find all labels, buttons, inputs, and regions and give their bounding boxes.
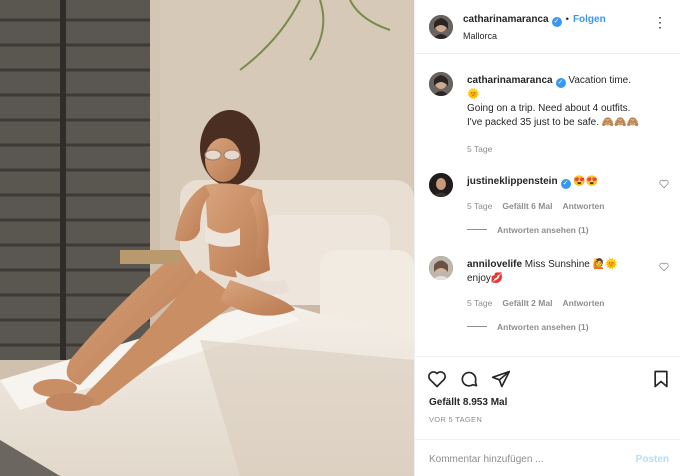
comment-item: annilovelife Miss Sunshine 🙋🌞 enjoy💋 5 T… bbox=[429, 256, 669, 346]
view-replies-button[interactable]: Antworten ansehen (1) bbox=[497, 322, 589, 332]
verified-badge-icon: ✓ bbox=[555, 78, 566, 88]
commenter-username[interactable]: annilovelife bbox=[467, 259, 522, 270]
sun-emoji-icon: 🌞 bbox=[467, 89, 480, 100]
comment-bubble-icon[interactable] bbox=[459, 369, 479, 389]
caption-text-line3: I've packed 35 just to be safe. 🙈🙈🙈 bbox=[467, 117, 640, 128]
verified-badge-icon: ✓ bbox=[560, 179, 571, 189]
caption-time[interactable]: 5 Tage bbox=[467, 144, 492, 154]
comment-item: justineklippenstein ✓ 😍😍 5 Tage Gefällt 6 … bbox=[429, 173, 669, 243]
comment-likes[interactable]: Gefällt 6 Mal bbox=[502, 201, 552, 211]
share-send-icon[interactable] bbox=[491, 369, 511, 389]
author-username[interactable]: catharinamaranca bbox=[463, 14, 549, 25]
like-comment-heart-icon[interactable] bbox=[659, 262, 669, 272]
replies-divider bbox=[467, 326, 487, 327]
comments-section: catharinamaranca ✓ Vacation time. 🌞 Going… bbox=[415, 55, 680, 355]
caption-text-line2: Going on a trip. Need about 4 outfits. bbox=[467, 103, 631, 114]
comment-input[interactable]: Kommentar hinzufügen ... bbox=[429, 454, 544, 465]
reply-button[interactable]: Antworten bbox=[562, 298, 604, 308]
commenter-avatar[interactable] bbox=[429, 256, 453, 280]
reply-button[interactable]: Antworten bbox=[562, 201, 604, 211]
instagram-post-view: catharinamaranca ✓ • Folgen Mallorca ⋮ cath… bbox=[0, 0, 680, 476]
post-comment-button[interactable]: Posten bbox=[636, 454, 669, 465]
separator-dot: • bbox=[565, 14, 569, 25]
likes-count[interactable]: Gefällt 8.953 Mal bbox=[429, 397, 507, 408]
post-location[interactable]: Mallorca bbox=[463, 31, 497, 41]
replies-divider bbox=[467, 229, 487, 230]
like-comment-heart-icon[interactable] bbox=[659, 179, 669, 189]
verified-badge-icon: ✓ bbox=[551, 17, 562, 27]
caption-text-line1: Vacation time. bbox=[568, 75, 632, 86]
posted-time[interactable]: VOR 5 TAGEN bbox=[429, 415, 482, 424]
caption-avatar[interactable] bbox=[429, 72, 453, 96]
follow-button[interactable]: Folgen bbox=[573, 14, 606, 25]
comment-likes[interactable]: Gefällt 2 Mal bbox=[502, 298, 552, 308]
comment-time[interactable]: 5 Tage bbox=[467, 298, 492, 308]
view-replies-button[interactable]: Antworten ansehen (1) bbox=[497, 225, 589, 235]
author-avatar[interactable] bbox=[429, 15, 453, 39]
commenter-username[interactable]: justineklippenstein bbox=[467, 176, 558, 187]
post-photo[interactable] bbox=[0, 0, 414, 476]
caption-item: catharinamaranca ✓ Vacation time. 🌞 Going… bbox=[429, 72, 669, 172]
more-options-icon[interactable]: ⋮ bbox=[653, 14, 667, 31]
comment-time[interactable]: 5 Tage bbox=[467, 201, 492, 211]
post-header: catharinamaranca ✓ • Folgen Mallorca ⋮ bbox=[415, 0, 680, 54]
save-bookmark-icon[interactable] bbox=[651, 369, 671, 389]
comment-text-line2: enjoy💋 bbox=[467, 273, 504, 284]
like-heart-icon[interactable] bbox=[427, 369, 447, 389]
caption-username[interactable]: catharinamaranca bbox=[467, 75, 553, 86]
comment-text-line1: Miss Sunshine 🙋🌞 bbox=[524, 259, 618, 270]
post-actions: Gefällt 8.953 Mal VOR 5 TAGEN Kommentar … bbox=[415, 356, 680, 476]
comment-text: 😍😍 bbox=[573, 176, 599, 187]
add-comment-bar: Kommentar hinzufügen ... Posten bbox=[415, 439, 680, 476]
post-sidebar: catharinamaranca ✓ • Folgen Mallorca ⋮ cath… bbox=[414, 0, 680, 476]
commenter-avatar[interactable] bbox=[429, 173, 453, 197]
